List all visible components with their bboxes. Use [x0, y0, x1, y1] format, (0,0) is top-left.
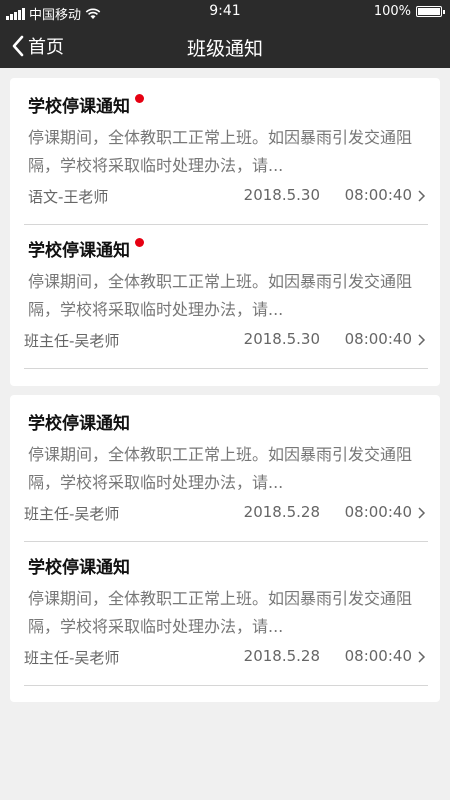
status-right: 100%: [373, 4, 445, 19]
chevron-right-icon: [418, 334, 426, 346]
notice-title-row: 学校停课通知: [28, 92, 144, 117]
notice-date: 2018.5.30: [243, 186, 320, 204]
notice-body: 停课期间，全体教职工正常上班。如因暴雨引发交通阻隔，学校将采取临时处理办法，请.…: [28, 272, 413, 319]
notice-time: 08:00:40: [344, 647, 412, 665]
notice-time: 08:00:40: [344, 330, 412, 348]
notice-title: 学校停课通知: [28, 241, 130, 261]
notice-date: 2018.5.28: [243, 503, 320, 521]
notice-title-row: 学校停课通知: [28, 236, 144, 261]
notice-title: 学校停课通知: [28, 414, 130, 434]
divider: [24, 685, 428, 686]
notice-body: 停课期间，全体教职工正常上班。如因暴雨引发交通阻隔，学校将采取临时处理办法，请.…: [28, 589, 413, 636]
notice-author: 班主任-吴老师: [24, 505, 120, 523]
notice-author: 语文-王老师: [28, 188, 109, 206]
notice-meta: 班主任-吴老师 2018.5.28 08:00:40: [24, 503, 426, 527]
chevron-right-icon: [418, 190, 426, 202]
page-title: 班级通知: [186, 38, 263, 60]
notice-body: 停课期间，全体教职工正常上班。如因暴雨引发交通阻隔，学校将采取临时处理办法，请.…: [28, 128, 413, 175]
divider: [24, 368, 428, 369]
battery-icon: [416, 6, 445, 17]
notice-title-row: 学校停课通知: [28, 553, 130, 578]
notice-time: 08:00:40: [344, 503, 412, 521]
notice-date: 2018.5.30: [243, 330, 320, 348]
notice-group-2: 学校停课通知 停课期间，全体教职工正常上班。如因暴雨引发交通阻隔，学校将采取临时…: [10, 395, 440, 702]
nav-bar: 首页 班级通知: [0, 24, 450, 68]
notice-title-row: 学校停课通知: [28, 409, 130, 434]
notice-title: 学校停课通知: [28, 558, 130, 578]
chevron-right-icon: [418, 651, 426, 663]
battery-percent: 100%: [373, 4, 411, 19]
notice-title: 学校停课通知: [28, 97, 130, 117]
notice-date: 2018.5.28: [243, 647, 320, 665]
unread-dot: [135, 94, 144, 103]
unread-dot: [135, 238, 144, 247]
notice-item[interactable]: 学校停课通知 停课期间，全体教职工正常上班。如因暴雨引发交通阻隔，学校将采取临时…: [10, 222, 440, 369]
battery-fill: [418, 8, 440, 15]
notice-item[interactable]: 学校停课通知 停课期间，全体教职工正常上班。如因暴雨引发交通阻隔，学校将采取临时…: [10, 539, 440, 686]
notice-author: 班主任-吴老师: [24, 649, 120, 667]
notice-author: 班主任-吴老师: [24, 332, 120, 350]
notice-meta: 班主任-吴老师 2018.5.28 08:00:40: [24, 647, 426, 671]
notice-item[interactable]: 学校停课通知 停课期间，全体教职工正常上班。如因暴雨引发交通阻隔，学校将采取临时…: [10, 395, 440, 542]
notice-time: 08:00:40: [344, 186, 412, 204]
notice-meta: 语文-王老师 2018.5.30 08:00:40: [28, 186, 426, 210]
notice-body: 停课期间，全体教职工正常上班。如因暴雨引发交通阻隔，学校将采取临时处理办法，请.…: [28, 445, 413, 492]
status-bar: 中国移动 9:41 100%: [0, 0, 450, 24]
notice-item[interactable]: 学校停课通知 停课期间，全体教职工正常上班。如因暴雨引发交通阻隔，学校将采取临时…: [10, 78, 440, 225]
notice-meta: 班主任-吴老师 2018.5.30 08:00:40: [24, 330, 426, 354]
chevron-right-icon: [418, 507, 426, 519]
notice-group-1: 学校停课通知 停课期间，全体教职工正常上班。如因暴雨引发交通阻隔，学校将采取临时…: [10, 78, 440, 386]
